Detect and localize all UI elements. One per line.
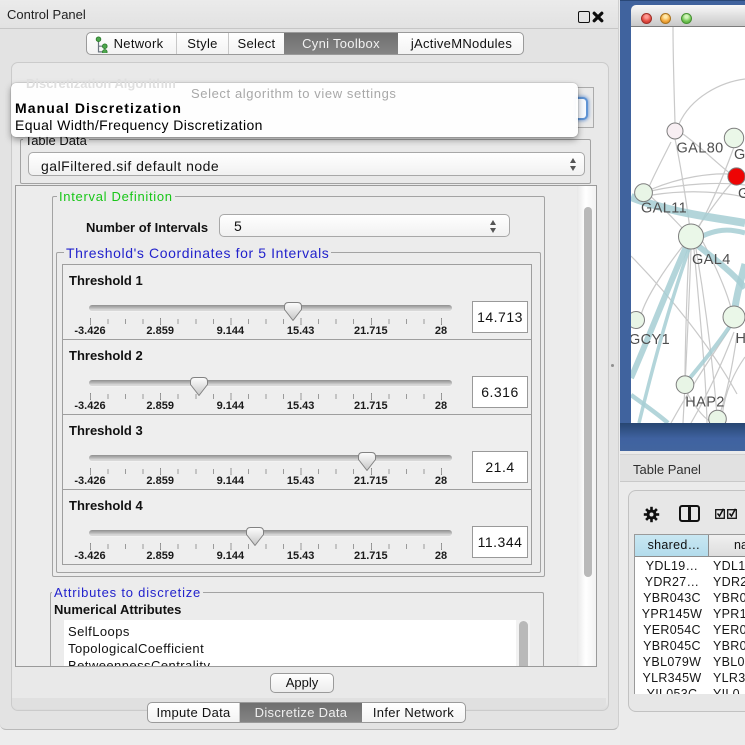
svg-text:H: H [736, 331, 745, 347]
svg-text:GAL11: GAL11 [641, 201, 687, 217]
svg-text:GA: GA [734, 147, 745, 163]
svg-text:GCY1: GCY1 [631, 332, 670, 348]
svg-text:GAL80: GAL80 [677, 141, 724, 157]
svg-text:GAL4: GAL4 [692, 252, 731, 268]
svg-text:HAP2: HAP2 [685, 395, 724, 411]
svg-text:G: G [738, 186, 745, 202]
